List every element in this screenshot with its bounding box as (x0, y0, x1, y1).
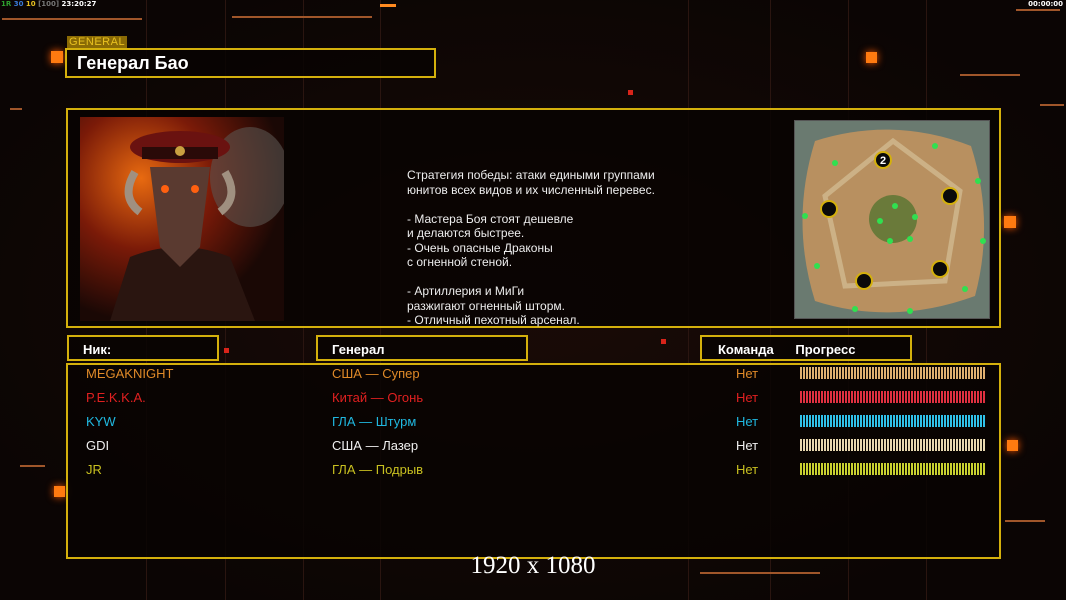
general-portrait (80, 117, 284, 321)
player-team[interactable]: Нет (736, 438, 758, 453)
game-timer: 00:00:00 (1028, 0, 1063, 8)
general-description: Стратегия победы: атаки едиными группами… (407, 168, 655, 327)
player-progress-bar (800, 463, 985, 475)
player-progress-bar (800, 439, 985, 451)
resolution-label: 1920 x 1080 (470, 552, 596, 579)
map-player-marker: 2 (880, 155, 886, 167)
general-tag: GENERAL (67, 36, 128, 48)
player-progress-bar (800, 367, 985, 379)
player-nick: P.E.K.K.A. (86, 390, 146, 405)
player-general: ГЛА — Подрыв (332, 462, 424, 477)
player-nick: GDI (86, 438, 110, 453)
player-team[interactable]: Нет (736, 366, 758, 381)
player-progress-bar (800, 415, 985, 427)
player-general: Китай — Огонь (332, 390, 424, 405)
column-header-progress: Прогресс (795, 342, 856, 357)
column-header-nick: Ник: (67, 335, 219, 361)
column-header-team-progress: Команда Прогресс (700, 335, 912, 361)
player-general: ГЛА — Штурм (332, 414, 417, 429)
player-team[interactable]: Нет (736, 462, 758, 477)
column-header-team: Команда (718, 342, 774, 357)
player-nick: KYW (86, 414, 116, 429)
player-general: США — Супер (332, 366, 420, 381)
player-progress-bar (800, 391, 985, 403)
player-nick: MEGAKNIGHT (86, 366, 174, 381)
map-preview[interactable]: 2 (794, 120, 990, 319)
general-title: Генерал Бао (65, 48, 436, 78)
player-team[interactable]: Нет (736, 414, 758, 429)
status-clock: 1R 30 10 [100] 23:20:27 (1, 0, 97, 8)
column-header-general: Генерал (316, 335, 528, 361)
player-general: США — Лазер (332, 438, 419, 453)
player-team[interactable]: Нет (736, 390, 758, 405)
player-nick: JR (86, 462, 102, 477)
